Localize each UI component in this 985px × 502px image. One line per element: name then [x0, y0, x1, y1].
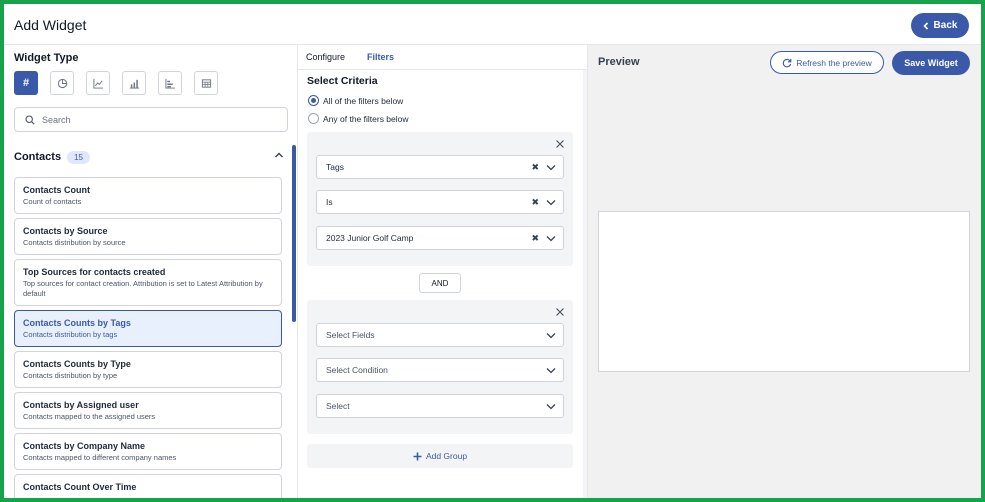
- widget-card-title: Contacts Count Over Time: [23, 482, 137, 492]
- close-icon[interactable]: [555, 307, 565, 317]
- clear-icon[interactable]: ✖: [531, 233, 539, 244]
- filter-condition-select[interactable]: Is ✖: [316, 190, 564, 214]
- radio-label: Any of the filters below: [323, 113, 409, 124]
- widget-card-description: Contacts distribution by type: [23, 371, 118, 380]
- line-chart-icon: [92, 78, 103, 89]
- widget-card-description: Contacts mapped to different company nam…: [23, 453, 177, 462]
- widget-card-contacts-by-assigned-user[interactable]: Contacts by Assigned user Contacts mappe…: [14, 392, 282, 429]
- type-pie-button[interactable]: [50, 71, 74, 95]
- refresh-preview-button[interactable]: Refresh the preview: [770, 51, 884, 74]
- widget-card-title: Top Sources for contacts created: [23, 267, 166, 277]
- radio-label: All of the filters below: [323, 95, 404, 106]
- type-horizontal-bar-button[interactable]: [158, 71, 182, 95]
- chevron-left-icon: [922, 21, 928, 30]
- preview-title: Preview: [598, 56, 640, 68]
- chevron-down-icon: [546, 404, 556, 410]
- plus-icon: [413, 452, 422, 460]
- widget-card-contacts-over-time[interactable]: Contacts Count Over Time: [14, 474, 282, 498]
- chevron-down-icon: [546, 236, 556, 242]
- back-button-label: Back: [933, 20, 958, 31]
- radio-all-filters[interactable]: All of the filters below: [308, 95, 403, 106]
- clear-icon[interactable]: ✖: [531, 197, 539, 208]
- widget-type-selector: #: [14, 71, 218, 95]
- filter-condition-select[interactable]: Select Condition: [316, 358, 564, 382]
- widget-card-title: Contacts by Assigned user: [23, 400, 139, 410]
- filter-value-select[interactable]: Select: [316, 394, 564, 418]
- filters-panel: Configure Filters Select Criteria All of…: [298, 45, 588, 498]
- add-group-label: Add Group: [425, 451, 468, 461]
- refresh-preview-label: Refresh the preview: [796, 57, 872, 68]
- tab-filters[interactable]: Filters: [367, 52, 394, 62]
- widget-card-contacts-by-source[interactable]: Contacts by Source Contacts distribution…: [14, 218, 282, 255]
- widget-card-description: Count of contacts: [23, 197, 82, 206]
- pie-chart-icon: [57, 78, 67, 88]
- preview-panel: Preview Refresh the preview Save Widget: [588, 45, 981, 498]
- widget-card-title: Contacts Count: [23, 185, 90, 195]
- back-button[interactable]: Back: [911, 13, 969, 38]
- search-icon: [25, 114, 35, 125]
- save-widget-button[interactable]: Save Widget: [892, 51, 970, 75]
- radio-any-filters[interactable]: Any of the filters below: [308, 113, 409, 124]
- chevron-up-icon[interactable]: [274, 151, 284, 159]
- widget-list: Contacts Count Count of contacts Contact…: [14, 177, 282, 498]
- type-number-button[interactable]: #: [14, 71, 38, 95]
- filter-field-select[interactable]: Select Fields: [316, 323, 564, 347]
- widget-card-description: Contacts mapped to the assigned users: [23, 412, 156, 421]
- horizontal-bar-chart-icon: [164, 78, 175, 89]
- bar-chart-icon: [129, 79, 139, 89]
- search-input[interactable]: [42, 114, 262, 125]
- select-placeholder: Select Fields: [326, 330, 375, 340]
- select-value: Tags: [326, 162, 344, 172]
- page-title: Add Widget: [14, 17, 87, 33]
- widget-card-title: Contacts by Company Name: [23, 441, 146, 451]
- filter-field-select[interactable]: Tags ✖: [316, 155, 564, 179]
- refresh-icon: [782, 58, 792, 67]
- chevron-down-icon: [546, 200, 556, 206]
- widget-card-contacts-by-company[interactable]: Contacts by Company Name Contacts mapped…: [14, 433, 282, 470]
- config-tabs: Configure Filters: [298, 45, 587, 70]
- widget-card-contacts-by-tags[interactable]: Contacts Counts by Tags Contacts distrib…: [14, 310, 282, 347]
- radio-unselected-icon: [308, 113, 319, 124]
- widget-list-scrollbar[interactable]: [292, 145, 296, 322]
- widget-card-description: Contacts distribution by tags: [23, 330, 118, 339]
- filter-value-select[interactable]: 2023 Junior Golf Camp ✖: [316, 226, 564, 250]
- radio-selected-icon: [308, 95, 319, 106]
- chevron-down-icon: [546, 165, 556, 171]
- clear-icon[interactable]: ✖: [531, 162, 539, 173]
- header: Add Widget Back: [4, 4, 981, 45]
- filter-group-1: Tags ✖ Is ✖ 2023 Junior Golf Camp ✖: [307, 132, 573, 266]
- widget-card-description: Contacts distribution by source: [23, 238, 126, 247]
- widget-card-contacts-count[interactable]: Contacts Count Count of contacts: [14, 177, 282, 214]
- chevron-down-icon: [546, 368, 556, 374]
- tab-configure[interactable]: Configure: [306, 52, 345, 62]
- close-icon[interactable]: [555, 139, 565, 149]
- select-placeholder: Select Condition: [326, 365, 388, 375]
- type-bar-button[interactable]: [122, 71, 146, 95]
- widget-card-title: Contacts by Source: [23, 226, 108, 236]
- section-count-badge: 15: [67, 150, 90, 164]
- contacts-section-header[interactable]: Contacts 15: [14, 149, 284, 165]
- select-placeholder: Select: [326, 401, 350, 411]
- preview-canvas: [598, 211, 970, 372]
- section-title: Contacts: [14, 151, 62, 163]
- hash-icon: #: [22, 77, 30, 89]
- and-operator-button[interactable]: AND: [419, 273, 461, 293]
- widget-card-title: Contacts Counts by Type: [23, 359, 131, 369]
- select-value: 2023 Junior Golf Camp: [326, 233, 414, 243]
- search-field[interactable]: [14, 107, 288, 132]
- select-value: Is: [326, 197, 333, 207]
- type-table-button[interactable]: [194, 71, 218, 95]
- widget-type-label: Widget Type: [14, 52, 79, 64]
- widget-card-contacts-by-type[interactable]: Contacts Counts by Type Contacts distrib…: [14, 351, 282, 388]
- widget-card-title: Contacts Counts by Tags: [23, 318, 131, 328]
- type-line-button[interactable]: [86, 71, 110, 95]
- table-icon: [201, 78, 211, 88]
- select-criteria-heading: Select Criteria: [307, 75, 378, 87]
- widget-card-description: Top sources for contact creation. Attrib…: [23, 279, 263, 298]
- chevron-down-icon: [546, 333, 556, 339]
- filter-group-2: Select Fields Select Condition Select: [307, 300, 573, 434]
- widget-card-top-sources[interactable]: Top Sources for contacts created Top sou…: [14, 259, 282, 306]
- widget-panel: Widget Type # Contacts 15 Contacts Count…: [4, 45, 298, 498]
- add-group-button[interactable]: Add Group: [307, 444, 573, 468]
